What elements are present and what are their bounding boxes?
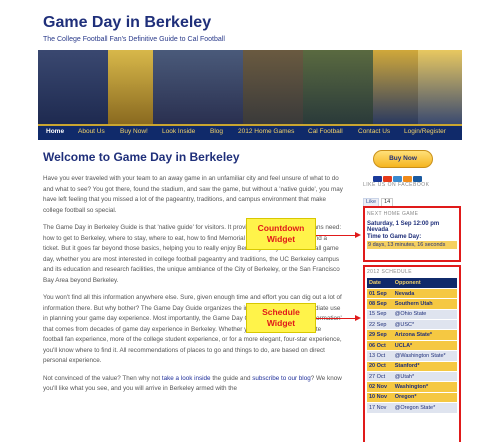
nav-item-blog[interactable]: Blog xyxy=(210,128,223,135)
countdown-arrow-line xyxy=(316,235,356,236)
countdown-time-label: Time to Game Day: xyxy=(367,234,422,240)
schedule-opponent[interactable]: @USC* xyxy=(392,319,457,331)
countdown-label: NEXT HOME GAME xyxy=(367,211,419,217)
schedule-opponent[interactable]: @Oregon State* xyxy=(392,402,457,414)
schedule-date: 15 Sep xyxy=(367,309,393,321)
schedule-table: Date Opponent 01 Sep Nevada 08 Sep Southern… xyxy=(367,278,457,414)
nav-item-login-register[interactable]: Login/Register xyxy=(404,128,446,135)
site-header: Game Day in Berkeley The College Footbal… xyxy=(0,0,500,50)
schedule-callout: Schedule Widget xyxy=(246,303,316,333)
countdown-time-left: 9 days, 13 minutes, 16 seconds xyxy=(367,241,457,249)
schedule-opponent[interactable]: Washington* xyxy=(392,381,457,393)
schedule-header-opponent: Opponent xyxy=(392,278,457,289)
schedule-date: 06 Oct xyxy=(367,340,393,352)
schedule-row: 10 Nov Oregon* xyxy=(367,392,457,404)
schedule-row: 01 Sep Nevada xyxy=(367,288,457,300)
schedule-widget: 2012 SCHEDULE Date Opponent 01 Sep Nevada… xyxy=(363,265,461,442)
subscribe-blog-link[interactable]: subscribe to our blog xyxy=(252,375,310,382)
countdown-widget: NEXT HOME GAME Saturday, 1 Sep 12:00 pm … xyxy=(363,206,461,262)
schedule-row: 29 Sep Arizona State* xyxy=(367,329,457,341)
schedule-opponent[interactable]: Stanford* xyxy=(392,361,457,373)
schedule-opponent[interactable]: Nevada xyxy=(392,288,457,300)
nav-item-home-games[interactable]: 2012 Home Games xyxy=(238,128,294,135)
page-heading: Welcome to Game Day in Berkeley xyxy=(43,150,240,164)
schedule-opponent[interactable]: @Utah* xyxy=(392,371,457,383)
site-tagline: The College Football Fan's Definitive Gu… xyxy=(43,36,225,43)
schedule-date: 17 Nov xyxy=(367,402,393,414)
schedule-arrow-head xyxy=(355,315,361,321)
schedule-date: 08 Sep xyxy=(367,298,393,310)
schedule-date: 10 Nov xyxy=(367,392,393,404)
nav-item-home[interactable]: Home xyxy=(46,128,64,135)
schedule-header-row: Date Opponent xyxy=(367,278,457,289)
schedule-row: 08 Sep Southern Utah xyxy=(367,298,457,310)
schedule-label: 2012 SCHEDULE xyxy=(367,269,412,275)
schedule-opponent[interactable]: @Ohio State xyxy=(392,309,457,321)
main-content: Welcome to Game Day in Berkeley Have you… xyxy=(43,150,343,402)
schedule-opponent[interactable]: @Washington State* xyxy=(392,350,457,362)
schedule-row: 22 Sep @USC* xyxy=(367,319,457,331)
schedule-opponent[interactable]: Southern Utah xyxy=(392,298,457,310)
schedule-arrow-line xyxy=(316,318,356,319)
schedule-date: 01 Sep xyxy=(367,288,393,300)
intro-paragraph-4: Not convinced of the value? Then why not… xyxy=(43,374,342,393)
schedule-opponent[interactable]: UCLA* xyxy=(392,340,457,352)
schedule-date: 27 Oct xyxy=(367,371,393,383)
buy-now-button[interactable]: Buy Now xyxy=(373,150,433,168)
facebook-like: Like 14 xyxy=(363,190,394,207)
schedule-date: 20 Oct xyxy=(367,361,393,373)
header-banner-image xyxy=(38,50,462,124)
countdown-arrow-head xyxy=(355,232,361,238)
schedule-header-date: Date xyxy=(367,278,393,289)
schedule-row: 06 Oct UCLA* xyxy=(367,340,457,352)
countdown-callout: Countdown Widget xyxy=(246,218,316,250)
facebook-like-label: LIKE US ON FACEBOOK xyxy=(363,182,430,188)
schedule-date: 13 Oct xyxy=(367,350,393,362)
look-inside-link[interactable]: take a look inside xyxy=(162,375,211,382)
countdown-opponent: Nevada xyxy=(367,227,389,233)
schedule-date: 02 Nov xyxy=(367,381,393,393)
schedule-row: 02 Nov Washington* xyxy=(367,381,457,393)
schedule-opponent[interactable]: Arizona State* xyxy=(392,329,457,341)
nav-item-buy-now[interactable]: Buy Now! xyxy=(120,128,148,135)
main-nav: Home About Us Buy Now! Look Inside Blog … xyxy=(38,124,462,140)
schedule-date: 22 Sep xyxy=(367,319,393,331)
intro-paragraph-1: Have you ever traveled with your team to… xyxy=(43,175,343,214)
schedule-date: 29 Sep xyxy=(367,329,393,341)
nav-item-about-us[interactable]: About Us xyxy=(78,128,105,135)
schedule-row: 20 Oct Stanford* xyxy=(367,361,457,373)
nav-item-cal-football[interactable]: Cal Football xyxy=(308,128,343,135)
payment-cards xyxy=(373,169,423,182)
schedule-opponent[interactable]: Oregon* xyxy=(392,392,457,404)
schedule-row: 13 Oct @Washington State* xyxy=(367,350,457,362)
nav-item-contact-us[interactable]: Contact Us xyxy=(358,128,390,135)
schedule-row: 27 Oct @Utah* xyxy=(367,371,457,383)
site-title[interactable]: Game Day in Berkeley xyxy=(43,14,211,32)
schedule-row: 15 Sep @Ohio State xyxy=(367,309,457,321)
schedule-row: 17 Nov @Oregon State* xyxy=(367,402,457,414)
nav-item-look-inside[interactable]: Look Inside xyxy=(162,128,195,135)
